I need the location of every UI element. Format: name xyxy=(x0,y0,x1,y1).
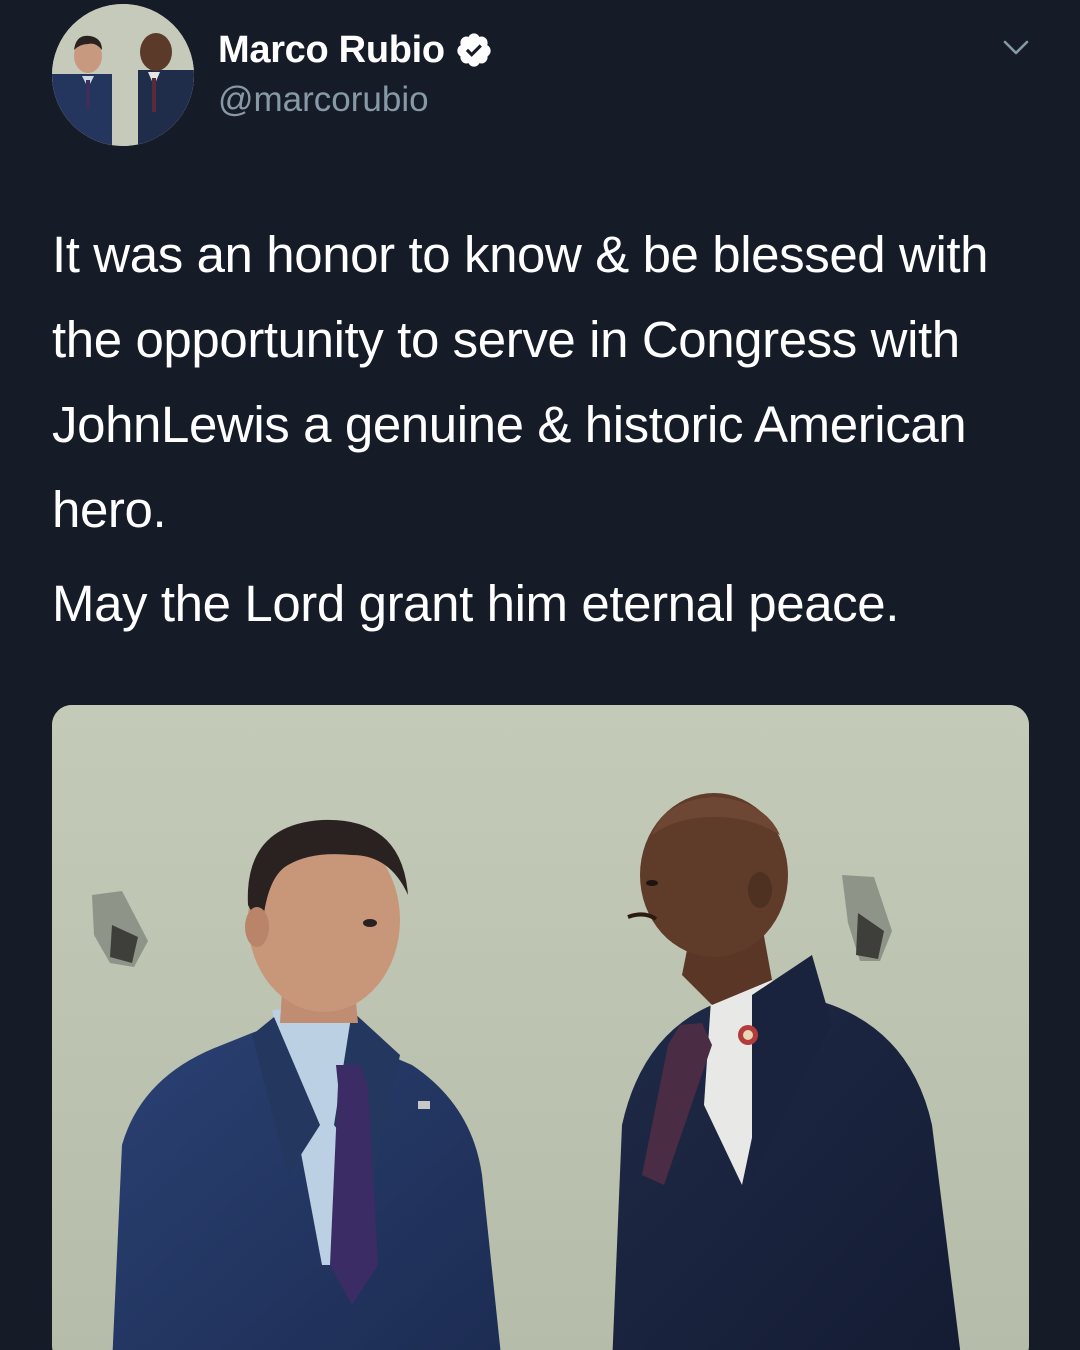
author-display-name[interactable]: Marco Rubio xyxy=(218,29,445,72)
verified-badge-icon xyxy=(455,31,493,69)
chevron-down-icon[interactable] xyxy=(996,30,1036,66)
tweet-paragraph: May the Lord grant him eternal peace. xyxy=(52,575,900,632)
author-avatar[interactable] xyxy=(52,4,194,146)
author-name-row: Marco Rubio xyxy=(218,26,493,74)
tweet-photo[interactable] xyxy=(52,705,1029,1350)
tweet-text: It was an honor to know & be blessed wit… xyxy=(52,212,1042,646)
author-handle[interactable]: @marcorubio xyxy=(218,80,429,120)
tweet: Marco Rubio @marcorubio It was an honor … xyxy=(0,0,1080,1350)
tweet-paragraph: It was an honor to know & be blessed wit… xyxy=(52,226,989,538)
